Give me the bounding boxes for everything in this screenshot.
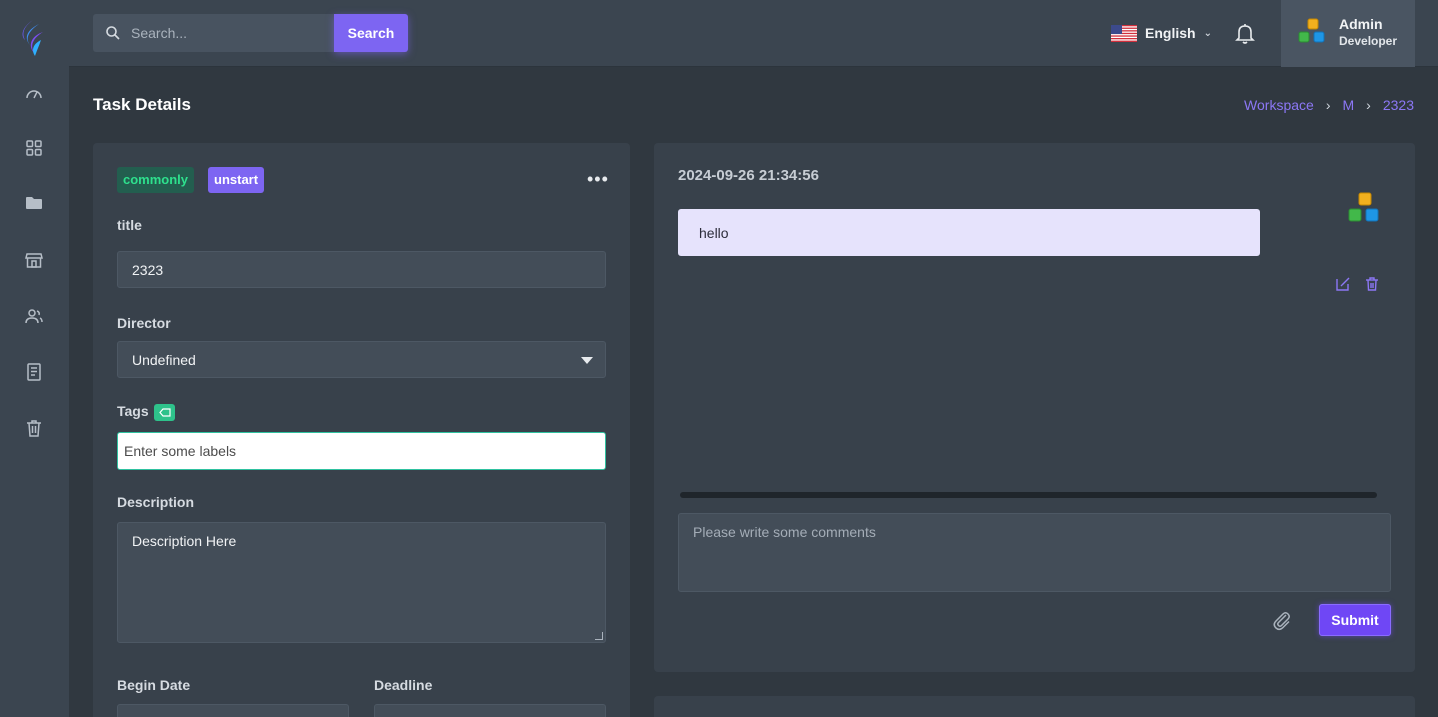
search-input[interactable] bbox=[131, 14, 327, 52]
sidebar-item-apps[interactable] bbox=[22, 136, 46, 160]
begin-date-input[interactable] bbox=[117, 704, 349, 717]
status-badge[interactable]: unstart bbox=[208, 167, 265, 193]
tags-input[interactable] bbox=[117, 432, 606, 470]
description-text: Description Here bbox=[132, 533, 237, 549]
delete-icon[interactable] bbox=[1364, 276, 1380, 292]
comments-card: 2024-09-26 21:34:56 hello Submit bbox=[654, 143, 1415, 672]
comments-scrollbar[interactable] bbox=[680, 492, 1377, 498]
comment-bubble: hello bbox=[678, 209, 1260, 256]
director-select[interactable]: Undefined bbox=[117, 341, 606, 378]
sidebar-item-documents[interactable] bbox=[22, 360, 46, 384]
sidebar-item-store[interactable] bbox=[22, 248, 46, 272]
chevron-right-icon: › bbox=[1325, 97, 1331, 113]
title-label: title bbox=[117, 217, 142, 233]
users-icon bbox=[25, 309, 43, 324]
avatar bbox=[1298, 18, 1325, 43]
description-textarea[interactable]: Description Here bbox=[117, 522, 606, 643]
breadcrumb-task: 2323 bbox=[1382, 97, 1414, 113]
document-icon bbox=[27, 363, 41, 381]
store-icon bbox=[25, 253, 43, 268]
deadline-input[interactable] bbox=[374, 704, 606, 717]
language-selector[interactable]: English ⌄ bbox=[1111, 22, 1212, 44]
trash-icon bbox=[27, 420, 41, 437]
priority-badge[interactable]: commonly bbox=[117, 167, 195, 193]
sidebar-item-users[interactable] bbox=[22, 304, 46, 328]
avatar bbox=[1348, 192, 1379, 222]
tags-label: Tags bbox=[117, 403, 149, 419]
user-menu[interactable]: Admin Developer bbox=[1281, 0, 1415, 67]
more-options-icon[interactable]: ••• bbox=[587, 169, 609, 190]
breadcrumb-project[interactable]: M bbox=[1343, 97, 1355, 113]
attachment-paperclip-icon[interactable] bbox=[1271, 609, 1293, 631]
comment-timestamp: 2024-09-26 21:34:56 bbox=[678, 167, 819, 184]
comment-input[interactable] bbox=[678, 513, 1391, 592]
submit-comment-button[interactable]: Submit bbox=[1319, 604, 1391, 636]
search-icon bbox=[106, 26, 120, 40]
chevron-down-icon: ⌄ bbox=[1203, 27, 1212, 39]
app-logo-icon[interactable] bbox=[17, 18, 49, 58]
chevron-right-icon: › bbox=[1366, 97, 1371, 113]
resize-handle-icon[interactable] bbox=[595, 632, 603, 640]
sidebar bbox=[0, 0, 69, 717]
edit-icon[interactable] bbox=[1335, 276, 1351, 292]
deadline-label: Deadline bbox=[374, 677, 433, 693]
title-field[interactable]: 2323 bbox=[117, 251, 606, 288]
sidebar-item-dashboard[interactable] bbox=[22, 81, 46, 105]
grid-icon bbox=[26, 140, 42, 156]
director-selected-value: Undefined bbox=[132, 351, 196, 368]
breadcrumb: Workspace › M › 2323 bbox=[1244, 97, 1414, 113]
director-label: Director bbox=[117, 315, 171, 331]
comment-text: hello bbox=[699, 224, 729, 241]
secondary-card bbox=[654, 696, 1415, 717]
us-flag-icon bbox=[1111, 24, 1137, 42]
task-details-card: commonly unstart ••• title 2323 Director… bbox=[93, 143, 630, 717]
language-label: English bbox=[1145, 25, 1196, 41]
sidebar-item-trash[interactable] bbox=[22, 416, 46, 440]
begin-date-label: Begin Date bbox=[117, 677, 191, 693]
tag-icon[interactable] bbox=[154, 404, 175, 421]
user-name: Admin bbox=[1339, 16, 1383, 32]
notification-bell-icon[interactable] bbox=[1233, 21, 1257, 45]
search-box bbox=[93, 14, 334, 52]
user-role: Developer bbox=[1339, 34, 1398, 48]
page-title: Task Details bbox=[93, 95, 191, 114]
sidebar-item-folder[interactable] bbox=[22, 191, 46, 215]
caret-down-icon bbox=[581, 357, 593, 364]
topbar: Search English ⌄ Admin Developer bbox=[69, 0, 1438, 67]
breadcrumb-workspace[interactable]: Workspace bbox=[1244, 97, 1314, 113]
description-label: Description bbox=[117, 494, 195, 510]
dashboard-gauge-icon bbox=[26, 90, 42, 99]
search-button[interactable]: Search bbox=[334, 14, 408, 52]
folder-icon bbox=[26, 197, 42, 209]
